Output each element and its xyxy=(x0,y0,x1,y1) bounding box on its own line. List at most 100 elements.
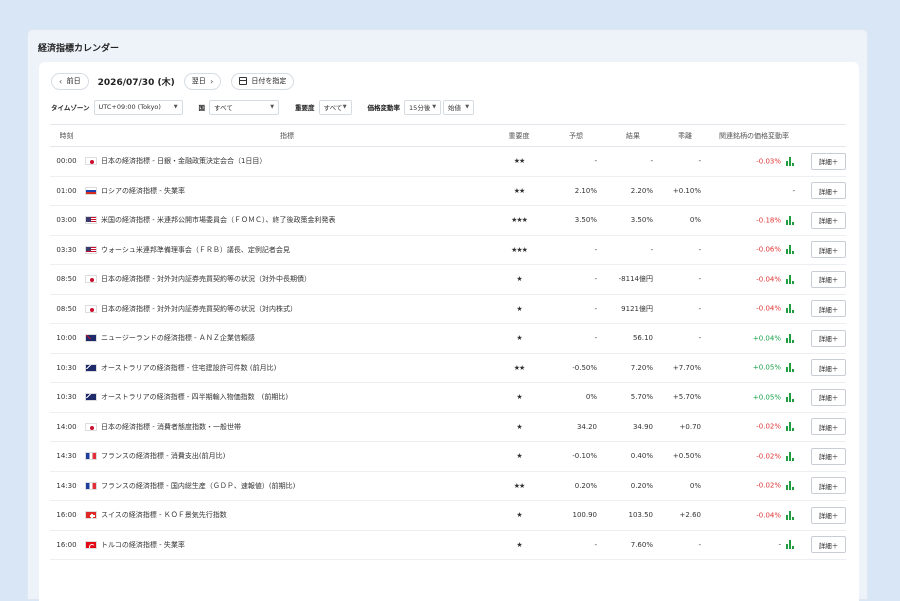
row-related-change-value: -0.06% xyxy=(756,245,781,254)
header-importance: 重要度 xyxy=(491,124,547,147)
row-indicator-name[interactable]: スイスの経済指標 - ＫＯＦ景気先行指数 xyxy=(101,511,227,519)
row-action: 詳細＋ xyxy=(799,530,846,560)
row-indicator-name[interactable]: オーストラリアの経済指標 - 住宅建設許可件数 (前月比) xyxy=(101,364,276,372)
detail-button[interactable]: 詳細＋ xyxy=(811,241,846,259)
detail-button[interactable]: 詳細＋ xyxy=(811,359,846,377)
row-action: 詳細＋ xyxy=(799,353,846,383)
pick-date-button[interactable]: 日付を指定 xyxy=(231,72,295,90)
detail-button[interactable]: 詳細＋ xyxy=(811,300,846,318)
us-flag-icon xyxy=(85,245,97,254)
bar-chart-icon[interactable] xyxy=(786,215,795,225)
row-related-change-value: +0.05% xyxy=(752,363,781,372)
header-actual: 結果 xyxy=(605,124,661,147)
bar-chart-icon[interactable] xyxy=(786,540,795,550)
row-indicator-name[interactable]: 日本の経済指標 - 対外対内証券売買契約等の状況（対内株式） xyxy=(101,305,297,313)
detail-button[interactable]: 詳細＋ xyxy=(811,211,846,229)
row-time: 10:00 xyxy=(50,323,83,354)
row-indicator-name[interactable]: フランスの経済指標 - 国内総生産（ＧＤＰ、速報値）(前期比) xyxy=(101,482,295,490)
row-actual: 103.50 xyxy=(605,500,661,531)
row-deviation: +5.70% xyxy=(661,382,709,413)
detail-button[interactable]: 詳細＋ xyxy=(811,536,846,554)
bar-chart-icon[interactable] xyxy=(786,481,795,491)
bar-chart-icon[interactable] xyxy=(786,274,795,284)
fr-flag-icon xyxy=(85,481,97,490)
row-importance-stars: ★★ xyxy=(491,146,547,177)
row-time: 14:00 xyxy=(50,412,83,442)
row-indicator-name[interactable]: フランスの経済指標 - 消費支出(前月比) xyxy=(101,452,225,460)
row-indicator-name[interactable]: 日本の経済指標 - 対外対内証券売買契約等の状況（対外中長期債） xyxy=(101,275,311,283)
header-action xyxy=(799,124,846,147)
row-indicator-name[interactable]: オーストラリアの経済指標 - 四半期輸入物価指数 (前期比) xyxy=(101,393,288,401)
detail-button[interactable]: 詳細＋ xyxy=(811,477,846,495)
detail-button[interactable]: 詳細＋ xyxy=(811,270,846,288)
row-related-change-value: -0.02% xyxy=(756,452,781,461)
row-forecast: 0% xyxy=(547,382,605,413)
row-indicator-name[interactable]: ウォーシュ米連邦準備理事会（ＦＲＢ）議長、定例記者会見 xyxy=(101,246,290,254)
row-actual: 3.50% xyxy=(605,205,661,236)
row-indicator: フランスの経済指標 - 国内総生産（ＧＤＰ、速報値）(前期比) xyxy=(83,471,491,501)
row-time: 01:00 xyxy=(50,176,83,206)
detail-button[interactable]: 詳細＋ xyxy=(811,182,846,200)
detail-button[interactable]: 詳細＋ xyxy=(811,329,846,347)
row-related-change-value: - xyxy=(778,540,781,549)
bar-chart-icon[interactable] xyxy=(786,156,795,166)
row-related-change-value: -0.04% xyxy=(756,511,781,520)
row-indicator: 日本の経済指標 - 日銀・金融政策決定会合（1日目） xyxy=(83,146,491,177)
row-actual: - xyxy=(605,235,661,265)
country-select[interactable]: すべて ▼ xyxy=(209,99,280,115)
bar-chart-icon[interactable] xyxy=(786,245,795,255)
bar-chart-icon[interactable] xyxy=(786,451,795,461)
row-action: 詳細＋ xyxy=(799,323,846,354)
row-actual: 0.20% xyxy=(605,471,661,501)
row-time: 16:00 xyxy=(50,500,83,531)
row-forecast: - xyxy=(547,294,605,324)
header-related-change: 関連銘柄の価格変動率 xyxy=(709,124,799,147)
row-actual: 0.40% xyxy=(605,441,661,472)
bar-chart-icon[interactable] xyxy=(786,333,795,343)
row-actual: 56.10 xyxy=(605,323,661,354)
row-action: 詳細＋ xyxy=(799,235,846,265)
bar-chart-icon[interactable] xyxy=(786,422,795,432)
row-time: 08:50 xyxy=(50,294,83,324)
row-importance-stars: ★★ xyxy=(491,176,547,206)
price-change-period-select[interactable]: 15分後 ▼ xyxy=(404,99,442,115)
row-indicator-name[interactable]: 米国の経済指標 - 米連邦公開市場委員会（ＦＯＭＣ）、終了後政策金利発表 xyxy=(101,216,335,224)
row-indicator-name[interactable]: 日本の経済指標 - 消費者態度指数・一般世帯 xyxy=(101,423,241,431)
jp-flag-icon xyxy=(85,157,97,166)
calendar-icon xyxy=(239,77,248,85)
row-importance-stars: ★★★ xyxy=(491,205,547,236)
detail-button[interactable]: 詳細＋ xyxy=(811,447,846,465)
tr-flag-icon xyxy=(85,540,97,549)
jp-flag-icon xyxy=(85,304,97,313)
row-forecast: -0.50% xyxy=(547,353,605,383)
row-indicator-name[interactable]: 日本の経済指標 - 日銀・金融政策決定会合（1日目） xyxy=(101,157,266,165)
price-change-label: 価格変動率 xyxy=(367,104,401,112)
bar-chart-icon[interactable] xyxy=(786,392,795,402)
next-day-button[interactable]: 翌日 › xyxy=(183,72,222,90)
row-indicator-name[interactable]: トルコの経済指標 - 失業率 xyxy=(101,541,185,549)
table-row: 14:30 フランスの経済指標 - 国内総生産（ＧＤＰ、速報値）(前期比) ★★ 0.… xyxy=(50,471,846,501)
importance-select[interactable]: すべて ▼ xyxy=(318,99,352,115)
detail-button[interactable]: 詳細＋ xyxy=(811,388,846,406)
bar-chart-icon[interactable] xyxy=(786,363,795,373)
bar-chart-icon[interactable] xyxy=(786,304,795,314)
row-related-change-value: -0.02% xyxy=(756,481,781,490)
detail-button[interactable]: 詳細＋ xyxy=(811,152,846,170)
row-importance-stars: ★ xyxy=(491,323,547,354)
prev-day-button[interactable]: ‹ 前日 xyxy=(51,72,89,90)
row-indicator: オーストラリアの経済指標 - 四半期輸入物価指数 (前期比) xyxy=(83,382,491,413)
row-actual: 5.70% xyxy=(605,382,661,413)
row-indicator-name[interactable]: ニュージーランドの経済指標 - ＡＮＺ企業信頼感 xyxy=(101,334,255,342)
header-forecast: 予想 xyxy=(547,124,605,147)
row-related-change: -0.02% xyxy=(709,441,799,472)
row-related-change: +0.05% xyxy=(709,353,799,383)
detail-button[interactable]: 詳細＋ xyxy=(811,506,846,524)
row-action: 詳細＋ xyxy=(799,412,846,442)
bar-chart-icon[interactable] xyxy=(786,510,795,520)
detail-button[interactable]: 詳細＋ xyxy=(811,418,846,436)
caret-down-icon: ▼ xyxy=(173,104,178,110)
timezone-select[interactable]: UTC+09:00 (Tokyo) ▼ xyxy=(93,99,183,115)
row-indicator-name[interactable]: ロシアの経済指標 - 失業率 xyxy=(101,187,185,195)
price-change-mode-select[interactable]: 始値 ▼ xyxy=(443,99,475,115)
row-related-change-value: +0.05% xyxy=(752,393,781,402)
